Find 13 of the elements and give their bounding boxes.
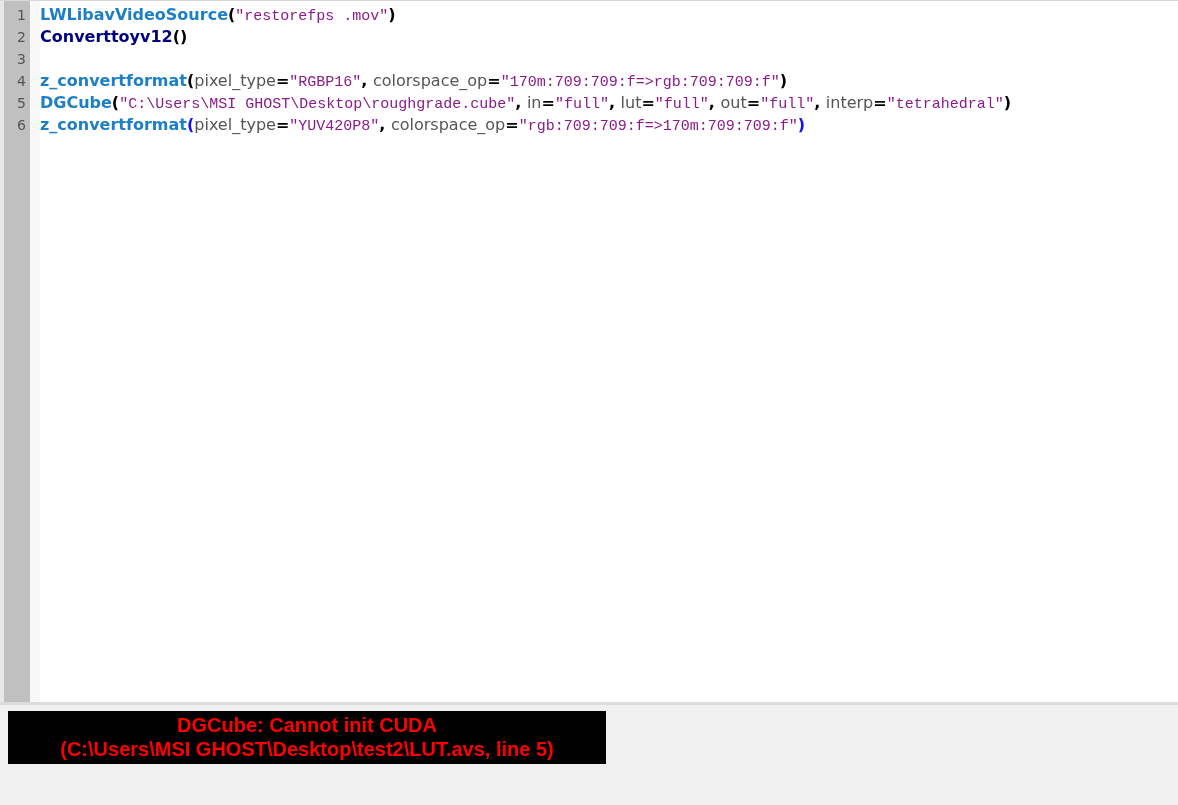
- line-number: 5: [16, 94, 27, 113]
- code-line: LWLibavVideoSource("restorefps .mov"): [40, 4, 397, 26]
- code-line: z_convertformat(pixel_type="RGBP16", colorspace_op="170m:709:709:f=>rgb:709:709:f"): [40, 70, 788, 92]
- error-message: DGCube: Cannot init CUDA (C:\Users\MSI GHOST\Desktop\test2\LUT.avs, line 5): [8, 711, 606, 764]
- code-editor[interactable]: [0, 0, 1178, 702]
- line-number: 1: [16, 6, 27, 25]
- line-number: 2: [16, 28, 27, 47]
- line-number: 4: [16, 72, 27, 91]
- code-line: Converttoyv12(): [40, 26, 189, 48]
- code-line: DGCube("C:\Users\MSI GHOST\Desktop\roughgrade.cube", in="full", lut="full", out="full", interp="tetrahedral"): [40, 92, 1012, 114]
- line-number: 3: [16, 50, 27, 69]
- code-line: z_convertformat(pixel_type="YUV420P8", colorspace_op="rgb:709:709:f=>170m:709:709:f"): [40, 114, 806, 136]
- line-number: 6: [16, 116, 27, 135]
